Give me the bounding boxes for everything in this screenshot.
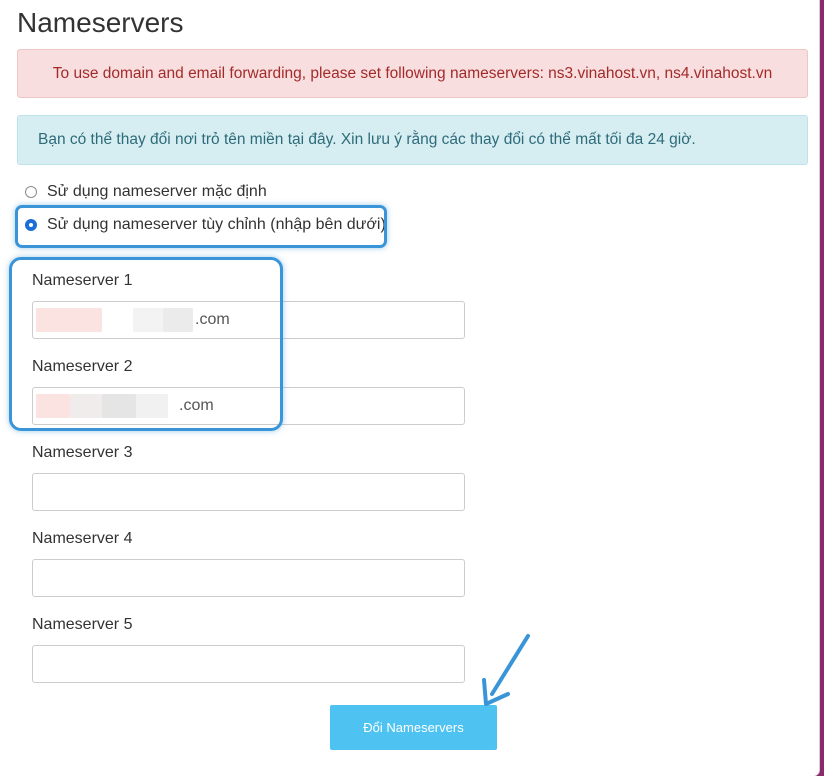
custom-nameservers-highlight: [9, 257, 283, 431]
info-alert-text: Bạn có thể thay đổi nơi trỏ tên miền tại…: [38, 131, 696, 148]
info-alert: Bạn có thể thay đổi nơi trỏ tên miền tại…: [17, 115, 808, 165]
nameserver-5-label: Nameserver 5: [32, 616, 133, 633]
nameserver-5-input[interactable]: [32, 645, 465, 683]
radio-button-default[interactable]: [25, 186, 37, 198]
nameserver-4-input[interactable]: [32, 559, 465, 597]
nameserver-3-input[interactable]: [32, 473, 465, 511]
radio-default-nameservers[interactable]: Sử dụng nameserver mặc định: [25, 183, 267, 201]
page-title: Nameservers: [17, 7, 184, 38]
nameservers-panel: Nameservers To use domain and email forw…: [0, 0, 820, 776]
radio-label-default: Sử dụng nameserver mặc định: [47, 183, 267, 200]
nameserver-4-label: Nameserver 4: [32, 530, 133, 547]
nameserver-warning-alert: To use domain and email forwarding, plea…: [17, 49, 808, 98]
change-nameservers-button[interactable]: Đổi Nameservers: [330, 705, 497, 750]
warning-alert-text: To use domain and email forwarding, plea…: [52, 64, 773, 82]
nameserver-3-label: Nameserver 3: [32, 444, 133, 461]
pointer-arrow-icon: [482, 634, 530, 706]
custom-option-highlight: [15, 205, 387, 248]
